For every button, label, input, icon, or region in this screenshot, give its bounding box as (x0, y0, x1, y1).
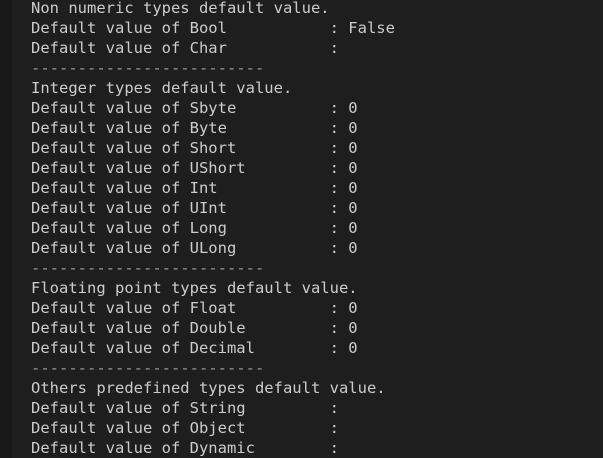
output-line-uint: Default value of UInt : 0 (31, 199, 358, 217)
separator-line: ------------------------- (31, 359, 265, 377)
console-output: Non numeric types default value. Default… (31, 0, 395, 458)
separator-line: ------------------------- (31, 59, 265, 77)
section-header-non-numeric: Non numeric types default value. (31, 0, 330, 17)
output-line-long: Default value of Long : 0 (31, 219, 358, 237)
section-header-others: Others predefined types default value. (31, 379, 386, 397)
output-line-string: Default value of String : (31, 399, 339, 417)
terminal-gutter (0, 0, 12, 458)
output-line-sbyte: Default value of Sbyte : 0 (31, 99, 358, 117)
output-line-byte: Default value of Byte : 0 (31, 119, 358, 137)
output-line-float: Default value of Float : 0 (31, 299, 358, 317)
output-line-bool: Default value of Bool : False (31, 19, 395, 37)
output-line-object: Default value of Object : (31, 419, 339, 437)
output-line-ulong: Default value of ULong : 0 (31, 239, 358, 257)
output-line-decimal: Default value of Decimal : 0 (31, 339, 358, 357)
output-line-dynamic: Default value of Dynamic : (31, 439, 339, 457)
section-header-integer: Integer types default value. (31, 79, 293, 97)
terminal-output-panel[interactable]: Non numeric types default value. Default… (0, 0, 603, 458)
separator-line: ------------------------- (31, 259, 265, 277)
section-header-floating-point: Floating point types default value. (31, 279, 358, 297)
output-line-char: Default value of Char : (31, 39, 339, 57)
output-line-ushort: Default value of UShort : 0 (31, 159, 358, 177)
output-line-double: Default value of Double : 0 (31, 319, 358, 337)
output-line-short: Default value of Short : 0 (31, 139, 358, 157)
output-line-int: Default value of Int : 0 (31, 179, 358, 197)
